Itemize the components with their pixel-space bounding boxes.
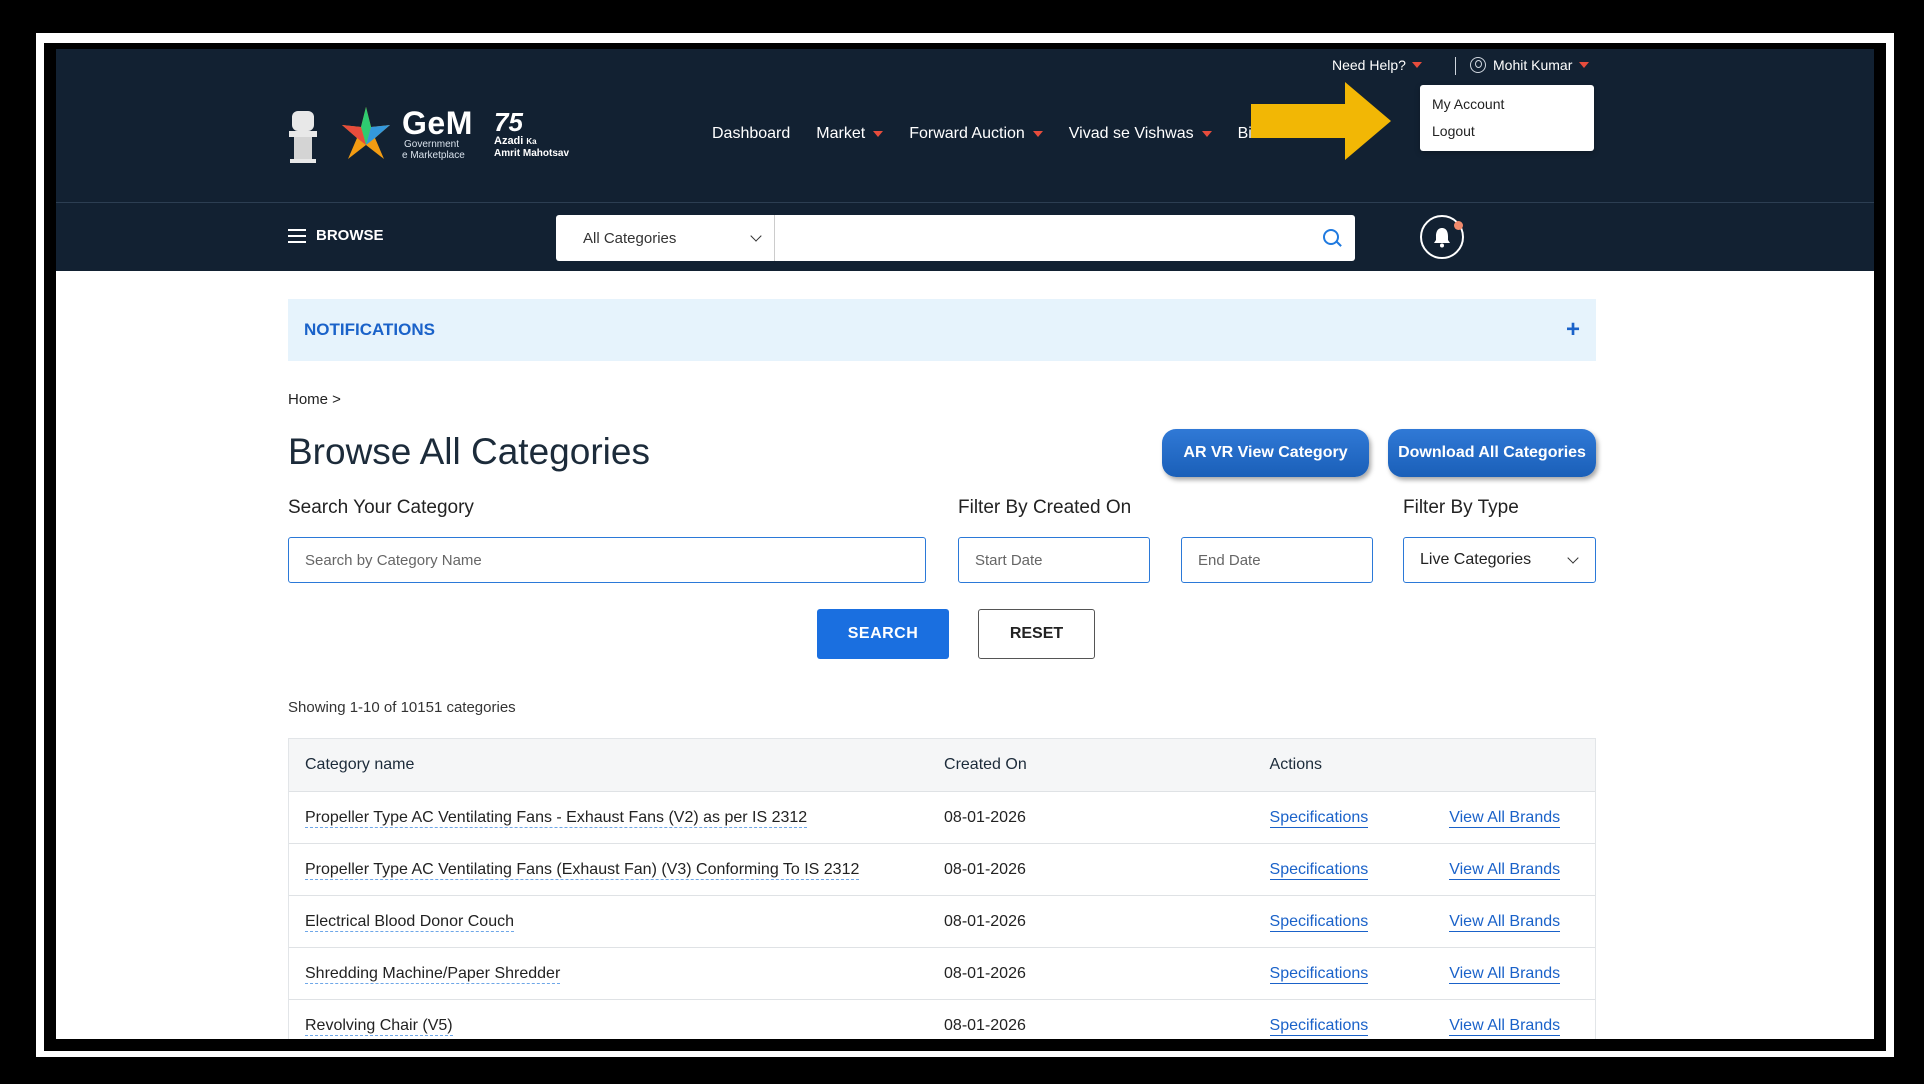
top-search-input[interactable] [775, 215, 1355, 261]
table-row: Electrical Blood Donor Couch 08-01-2026 … [289, 895, 1595, 947]
start-date-input[interactable]: Start Date [958, 537, 1150, 583]
gem-sub2: e Marketplace [402, 150, 465, 161]
browse-label: BROWSE [316, 227, 384, 244]
specifications-link[interactable]: Specifications [1269, 964, 1369, 984]
notifications-panel[interactable]: NOTIFICATIONS + [288, 299, 1596, 361]
table-row: Propeller Type AC Ventilating Fans (Exha… [289, 843, 1595, 895]
chevron-down-icon [1567, 552, 1579, 564]
category-select[interactable]: All Categories [556, 215, 775, 261]
category-name-link[interactable]: Electrical Blood Donor Couch [305, 912, 514, 932]
azadi-number: 75 [494, 107, 523, 137]
header-created-on: Created On [944, 756, 1027, 773]
hamburger-menu-icon [288, 228, 306, 243]
reset-button[interactable]: RESET [978, 609, 1095, 659]
table-row: Shredding Machine/Paper Shredder 08-01-2… [289, 947, 1595, 999]
category-name-link[interactable]: Propeller Type AC Ventilating Fans (Exha… [305, 860, 860, 880]
caret-down-icon [873, 131, 884, 137]
menu-item-my-account[interactable]: My Account [1432, 93, 1582, 120]
specifications-link[interactable]: Specifications [1269, 808, 1369, 828]
need-help-label: Need Help? [1332, 57, 1406, 73]
nav-vivad-label: Vivad se Vishwas [1068, 125, 1194, 142]
created-on-cell: 08-01-2026 [944, 964, 1026, 982]
filter-type-label: Filter By Type [1403, 497, 1519, 518]
account-dropdown-menu: My Account Logout [1420, 85, 1594, 151]
annotation-arrow-icon [1251, 82, 1391, 160]
view-all-brands-link[interactable]: View All Brands [1449, 912, 1561, 932]
specifications-link[interactable]: Specifications [1269, 1016, 1369, 1036]
nav-vivad-se-vishwas[interactable]: Vivad se Vishwas [1069, 125, 1212, 143]
gem-brand: GeM [402, 105, 473, 141]
end-date-input[interactable]: End Date [1181, 537, 1373, 583]
category-name-link[interactable]: Shredding Machine/Paper Shredder [305, 964, 561, 984]
azadi-word: Azadi [494, 135, 524, 147]
browser-viewport: Need Help? Mohit Kumar GeM Government e … [56, 49, 1874, 1039]
view-all-brands-link[interactable]: View All Brands [1449, 860, 1561, 880]
table-row: Propeller Type AC Ventilating Fans - Exh… [289, 791, 1595, 843]
specifications-link[interactable]: Specifications [1269, 912, 1369, 932]
ar-vr-view-category-button[interactable]: AR VR View Category [1162, 429, 1369, 477]
user-menu-toggle[interactable]: Mohit Kumar [1470, 57, 1590, 73]
created-on-cell: 08-01-2026 [944, 1016, 1026, 1034]
categories-table: Category name Created On Actions Propell… [288, 738, 1596, 1039]
search-icon[interactable] [1323, 229, 1339, 245]
category-name-link[interactable]: Revolving Chair (V5) [305, 1016, 453, 1036]
user-icon [1470, 57, 1486, 73]
nav-dashboard-label: Dashboard [712, 125, 791, 142]
filter-created-label: Filter By Created On [958, 497, 1132, 518]
category-name-link[interactable]: Propeller Type AC Ventilating Fans - Exh… [305, 808, 808, 828]
user-name: Mohit Kumar [1493, 57, 1573, 73]
nav-market[interactable]: Market [816, 125, 884, 143]
caret-down-icon [1201, 131, 1212, 137]
table-header: Category name Created On Actions [289, 739, 1595, 791]
search-category-label: Search Your Category [288, 497, 474, 518]
search-button[interactable]: SEARCH [817, 609, 949, 659]
page-title: Browse All Categories [288, 431, 650, 472]
download-all-categories-button[interactable]: Download All Categories [1388, 429, 1596, 477]
chevron-down-icon [750, 230, 762, 242]
national-emblem-icon [289, 111, 317, 163]
results-count: Showing 1-10 of 10151 categories [288, 699, 516, 716]
notifications-title: NOTIFICATIONS [304, 320, 435, 339]
notification-bell-button[interactable] [1420, 215, 1464, 259]
category-select-value: All Categories [583, 229, 677, 247]
topbar-separator [1455, 57, 1456, 75]
browse-menu-button[interactable]: BROWSE [288, 227, 384, 244]
caret-down-icon [1579, 62, 1590, 68]
created-on-cell: 08-01-2026 [944, 808, 1026, 826]
expand-plus-icon[interactable]: + [1566, 316, 1580, 344]
header-actions: Actions [1269, 756, 1322, 773]
nav-market-label: Market [816, 125, 866, 142]
azadi-ka: Ka [526, 137, 537, 146]
view-all-brands-link[interactable]: View All Brands [1449, 964, 1561, 984]
bell-icon [1434, 228, 1450, 248]
view-all-brands-link[interactable]: View All Brands [1449, 1016, 1561, 1036]
filter-type-select[interactable]: Live Categories [1403, 537, 1596, 583]
created-on-cell: 08-01-2026 [944, 860, 1026, 878]
table-row: Revolving Chair (V5) 08-01-2026 Specific… [289, 999, 1595, 1039]
breadcrumb[interactable]: Home > [288, 391, 341, 408]
nav-dashboard[interactable]: Dashboard [712, 125, 790, 143]
azadi-ka-amrit-mahotsav-logo: 75 Azadi Ka Amrit Mahotsav [494, 109, 580, 165]
caret-down-icon [1032, 131, 1043, 137]
specifications-link[interactable]: Specifications [1269, 860, 1369, 880]
caret-down-icon [1411, 62, 1422, 68]
header-category-name: Category name [305, 756, 415, 773]
need-help-link[interactable]: Need Help? [1332, 57, 1422, 73]
nav-forward-auction-label: Forward Auction [909, 125, 1025, 142]
azadi-mahotsav: Amrit Mahotsav [494, 148, 570, 159]
menu-item-logout[interactable]: Logout [1432, 120, 1582, 147]
notification-dot [1454, 221, 1463, 230]
created-on-cell: 08-01-2026 [944, 912, 1026, 930]
category-search-input[interactable]: Search by Category Name [288, 537, 926, 583]
view-all-brands-link[interactable]: View All Brands [1449, 808, 1561, 828]
filter-type-value: Live Categories [1420, 551, 1532, 568]
gem-star-logo-icon [342, 107, 390, 159]
gem-logo-text[interactable]: GeM Government e Marketplace [402, 107, 473, 161]
nav-forward-auction[interactable]: Forward Auction [909, 125, 1043, 143]
